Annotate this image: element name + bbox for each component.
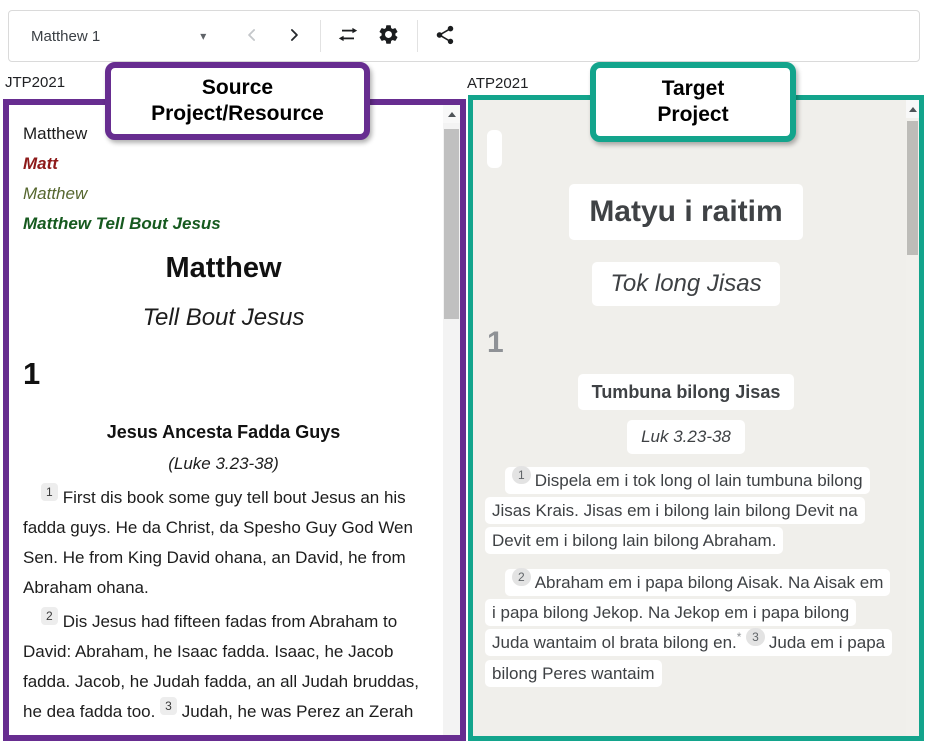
target-pane: Matyu i raitim Tok long Jisas 1 Tumbuna … bbox=[468, 95, 924, 741]
verse-segment[interactable]: 1Dispela em i tok long ol lain tumbuna b… bbox=[485, 467, 870, 554]
callout-text-line: Source bbox=[111, 75, 364, 101]
source-parallel-reference: (Luke 3.23-38) bbox=[23, 449, 424, 479]
source-verse-paragraph: 2Dis Jesus had fifteen fadas from Abraha… bbox=[23, 607, 424, 741]
verse-text: First dis book some guy tell bout Jesus … bbox=[23, 488, 413, 597]
target-parallel-reference-row: Luk 3.23-38 bbox=[485, 420, 887, 454]
chevron-down-icon[interactable]: ▾ bbox=[200, 29, 206, 43]
share-button[interactable] bbox=[428, 19, 462, 53]
source-pane: Matthew Matt Matthew Matthew Tell Bout J… bbox=[3, 99, 466, 741]
callout-text-line: Project/Resource bbox=[111, 101, 364, 127]
target-book-subtitle-row: Tok long Jisas bbox=[485, 262, 887, 306]
scroll-up-button[interactable] bbox=[443, 105, 460, 123]
settings-button[interactable] bbox=[371, 19, 405, 53]
toolbar: Matthew 1 ▾ bbox=[8, 10, 920, 62]
verse-number: 3 bbox=[160, 697, 177, 715]
gear-icon bbox=[377, 23, 400, 49]
triangle-up-icon bbox=[909, 107, 917, 112]
verse-segment[interactable]: 2Abraham em i papa bilong Aisak. Na Aisa… bbox=[485, 569, 892, 687]
source-header-line: Matthew Tell Bout Jesus bbox=[23, 209, 424, 239]
verse-number: 1 bbox=[41, 483, 58, 501]
verse-number: 1 bbox=[512, 466, 531, 484]
toolbar-divider bbox=[417, 20, 418, 52]
empty-segment[interactable] bbox=[487, 130, 502, 168]
source-header-line: Matt bbox=[23, 149, 424, 179]
chevron-right-icon bbox=[284, 25, 304, 48]
toolbar-divider bbox=[320, 20, 321, 52]
target-parallel-reference[interactable]: Luk 3.23-38 bbox=[627, 420, 745, 454]
target-section-heading-row: Tumbuna bilong Jisas bbox=[485, 374, 887, 410]
verse-number: 2 bbox=[512, 568, 531, 586]
target-pane-label: ATP2021 bbox=[467, 75, 528, 92]
source-book-title: Matthew bbox=[23, 251, 424, 285]
swap-arrows-icon bbox=[336, 23, 360, 50]
verse-text: Dispela em i tok long ol lain tumbuna bi… bbox=[492, 471, 863, 550]
target-section-heading[interactable]: Tumbuna bilong Jisas bbox=[578, 374, 795, 410]
target-verse-paragraph: 1Dispela em i tok long ol lain tumbuna b… bbox=[485, 466, 887, 556]
swap-panes-button[interactable] bbox=[331, 19, 365, 53]
verse-number: 3 bbox=[746, 628, 765, 646]
target-verse-paragraph: 2Abraham em i papa bilong Aisak. Na Aisa… bbox=[485, 568, 887, 689]
target-book-title-row: Matyu i raitim bbox=[485, 184, 887, 240]
source-pane-label: JTP2021 bbox=[5, 74, 65, 91]
source-scripture-text: Matthew Matt Matthew Matthew Tell Bout J… bbox=[9, 105, 460, 741]
scrollbar[interactable] bbox=[443, 105, 460, 735]
scroll-up-button[interactable] bbox=[906, 100, 919, 118]
scrollbar[interactable] bbox=[906, 100, 919, 736]
target-scripture-editor: Matyu i raitim Tok long Jisas 1 Tumbuna … bbox=[473, 100, 919, 689]
triangle-up-icon bbox=[448, 112, 456, 117]
verse-number: 2 bbox=[41, 607, 58, 625]
source-header-line: Matthew bbox=[23, 179, 424, 209]
target-book-subtitle[interactable]: Tok long Jisas bbox=[592, 262, 779, 306]
callout-text-line: Project bbox=[596, 102, 790, 128]
reference-label: Matthew 1 bbox=[31, 28, 100, 45]
source-section-heading: Jesus Ancesta Fadda Guys bbox=[23, 417, 424, 447]
scrollbar-thumb[interactable] bbox=[444, 129, 459, 319]
share-icon bbox=[434, 24, 456, 49]
scrollbar-thumb[interactable] bbox=[907, 121, 918, 255]
source-annotation-callout: Source Project/Resource bbox=[105, 62, 370, 140]
next-chapter-button[interactable] bbox=[280, 22, 308, 50]
chevron-left-icon bbox=[242, 25, 262, 48]
target-chapter-number: 1 bbox=[487, 326, 887, 360]
source-verse-paragraph: 1First dis book some guy tell bout Jesus… bbox=[23, 483, 424, 603]
reference-selector[interactable]: Matthew 1 bbox=[31, 28, 100, 45]
previous-chapter-button[interactable] bbox=[238, 22, 266, 50]
source-book-subtitle: Tell Bout Jesus bbox=[23, 303, 424, 333]
target-annotation-callout: Target Project bbox=[590, 62, 796, 142]
target-book-title[interactable]: Matyu i raitim bbox=[569, 184, 802, 240]
footnote-marker[interactable]: * bbox=[737, 630, 742, 644]
source-chapter-number: 1 bbox=[23, 357, 424, 391]
callout-text-line: Target bbox=[596, 76, 790, 102]
